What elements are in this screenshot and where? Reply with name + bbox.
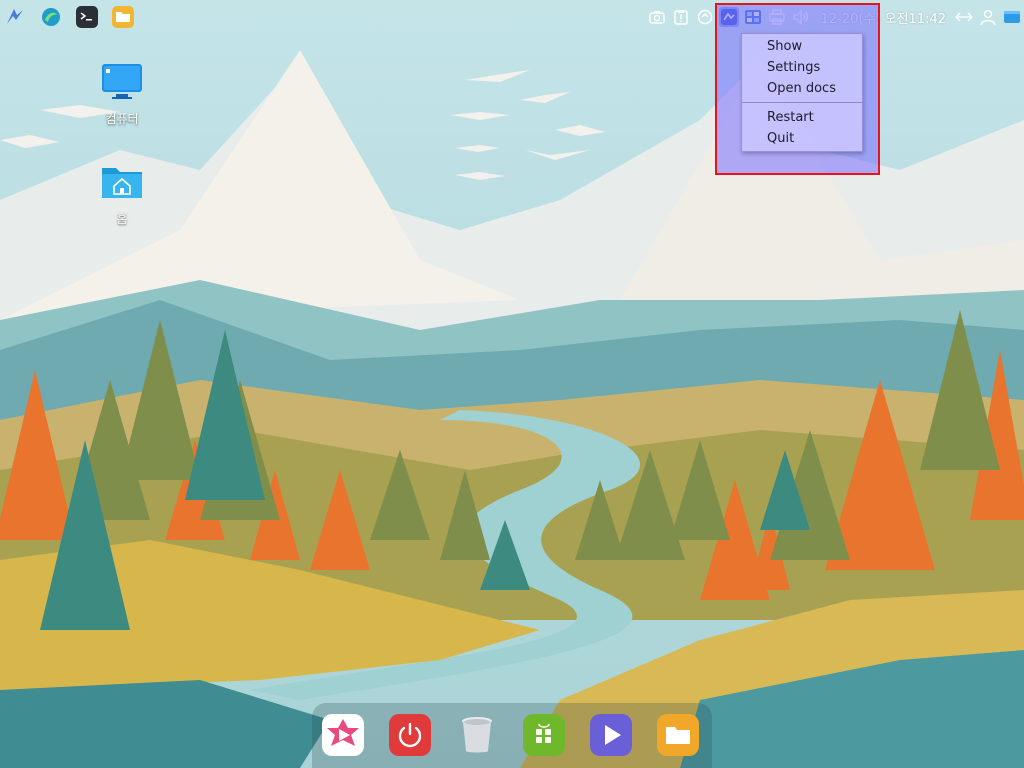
menu-separator <box>742 102 862 103</box>
computer-icon <box>102 64 142 99</box>
menu-item-open-docs[interactable]: Open docs <box>742 78 862 99</box>
tray-context-menu: Show Settings Open docs Restart Quit <box>741 33 863 152</box>
home-folder-icon <box>102 168 142 198</box>
menu-item-show[interactable]: Show <box>742 36 862 57</box>
screenshot-icon[interactable] <box>647 7 667 27</box>
desktop-icon-label: 컴퓨터 <box>105 112 139 126</box>
desktop: 컴퓨터 홈 12-20(수) 오전11:42 Show Settings Ope… <box>0 0 1024 768</box>
dock <box>312 703 712 768</box>
desktop-icon-label: 홈 <box>116 212 128 226</box>
power-icon[interactable] <box>389 714 431 756</box>
show-desktop-icon[interactable] <box>1002 7 1022 27</box>
file-manager-icon[interactable] <box>112 6 134 28</box>
network-icon[interactable] <box>695 7 715 27</box>
video-player-icon[interactable] <box>322 714 364 756</box>
folder-icon[interactable] <box>657 714 699 756</box>
user-icon[interactable] <box>978 7 998 27</box>
panel-app-launchers <box>0 0 134 34</box>
menu-item-settings[interactable]: Settings <box>742 57 862 78</box>
terminal-icon[interactable] <box>76 6 98 28</box>
desktop-icon-computer[interactable]: 컴퓨터 <box>82 62 162 127</box>
desktop-icon-home[interactable]: 홈 <box>82 162 162 227</box>
software-store-icon[interactable] <box>523 714 565 756</box>
menu-item-restart[interactable]: Restart <box>742 107 862 128</box>
browser-icon[interactable] <box>40 6 62 28</box>
kylin-start-icon[interactable] <box>4 6 26 28</box>
trash-icon[interactable] <box>456 714 498 756</box>
media-play-icon[interactable] <box>590 714 632 756</box>
clipboard-icon[interactable] <box>671 7 691 27</box>
expand-arrows-icon[interactable] <box>954 7 974 27</box>
menu-item-quit[interactable]: Quit <box>742 128 862 149</box>
